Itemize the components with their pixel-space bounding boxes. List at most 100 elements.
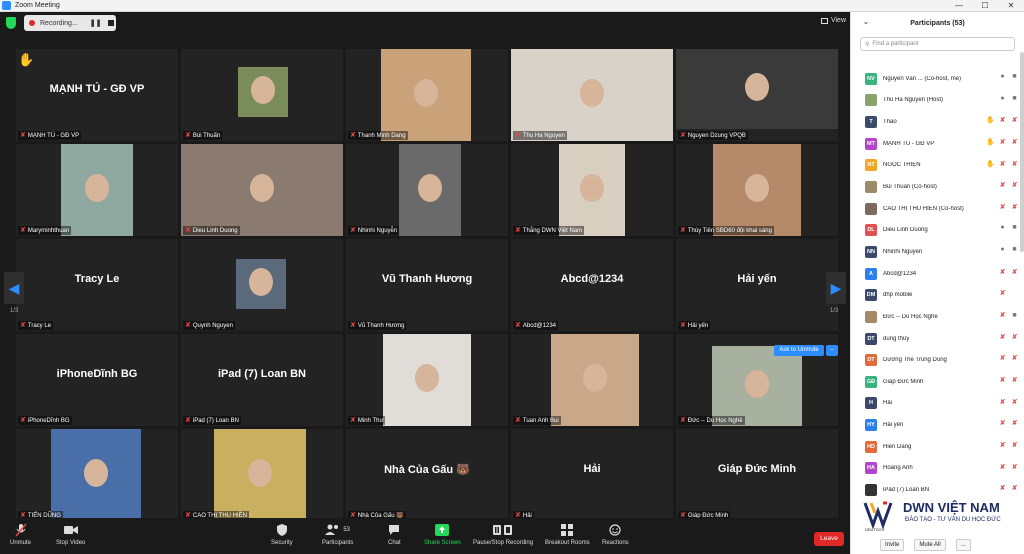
participant-row[interactable]: HD Hien Dang ✘ ✘ xyxy=(851,436,1019,458)
prev-page-button[interactable]: ◀ xyxy=(4,272,24,304)
panel-more-button[interactable]: ... xyxy=(955,538,971,551)
share-screen-button[interactable]: Share Screen xyxy=(424,522,461,546)
tile-name-label: ✘ Maryminhthuan xyxy=(18,226,72,235)
participant-name: Đức -- Du Học Nghề xyxy=(883,313,938,320)
mute-all-button[interactable]: Mute All xyxy=(914,538,946,551)
video-tile[interactable]: ✘ CAO THỊ THU HIỀN xyxy=(181,429,343,521)
participant-row[interactable]: DT dung thúy ✘ ✘ xyxy=(851,328,1019,350)
tile-name-text: Thanh Minh Dang xyxy=(357,132,406,139)
avatar: HD xyxy=(865,440,877,453)
avatar: NN xyxy=(865,245,877,258)
participant-row[interactable]: DL Dieu Linh Duong ● ■ xyxy=(851,219,1019,241)
participant-row[interactable]: NT NGỌC THIỆN ✋ ✘ ✘ xyxy=(851,155,1019,177)
tile-more-button[interactable]: ... xyxy=(826,345,838,356)
video-tile[interactable]: ✘ Thu Ha Nguyen xyxy=(511,49,673,141)
muted-mic-icon: ✘ xyxy=(350,227,356,234)
muted-mic-icon: ✘ xyxy=(515,417,521,424)
video-tile[interactable]: ✘ Tuan Anh Bui xyxy=(511,334,673,426)
participant-row[interactable]: NN Nhinhi Nguyễn ● ■ xyxy=(851,241,1019,263)
video-tile[interactable]: Hải yến ✘ Hải yến xyxy=(676,239,838,331)
unmute-button[interactable]: Unmute xyxy=(10,522,31,546)
participant-row[interactable]: NV Nguyễn Văn ... (Co-host, me) ● ■ xyxy=(851,68,1019,90)
video-tile[interactable]: iPad (7) Loan BN ✘ iPad (7) Loan BN xyxy=(181,334,343,426)
video-tile[interactable]: Tracy Le ✘ Tracy Le xyxy=(16,239,178,331)
participant-face xyxy=(251,76,275,104)
video-tile[interactable]: MẠNH TÚ - GĐ VP ✘ MẠNH TÚ - GĐ VP xyxy=(16,49,178,141)
collapse-chevron-icon[interactable]: ⌄ xyxy=(863,18,869,26)
participant-row[interactable]: HA Hoàng Anh ✘ ✘ xyxy=(851,458,1019,480)
stop-video-button[interactable]: Stop Video xyxy=(56,522,85,546)
camera-off-icon: ✘ xyxy=(1011,441,1018,449)
reactions-button[interactable]: Reactions xyxy=(602,522,629,546)
security-button[interactable]: Security xyxy=(271,522,293,546)
participant-video xyxy=(551,334,639,426)
participants-button[interactable]: 53 Participants xyxy=(322,522,353,546)
video-tile[interactable]: ✘ Quynh Nguyen xyxy=(181,239,343,331)
view-grid-icon xyxy=(820,17,828,24)
invite-button[interactable]: Invite xyxy=(880,538,905,551)
mic-muted-icon: ✘ xyxy=(999,485,1006,493)
chat-icon xyxy=(388,522,400,538)
panel-scrollbar[interactable] xyxy=(1020,52,1024,252)
video-tile[interactable]: Abcd@1234 ✘ Abcd@1234 xyxy=(511,239,673,331)
search-placeholder: Find a participant xyxy=(872,41,919,47)
close-button[interactable]: ✕ xyxy=(998,0,1024,12)
mic-muted-icon: ✘ xyxy=(999,376,1006,384)
video-tile[interactable]: ✘ Dieu Linh Duong xyxy=(181,144,343,236)
participant-row[interactable]: DM dhp mobile ✘ xyxy=(851,284,1019,306)
view-button[interactable]: View xyxy=(820,17,846,24)
participant-row[interactable]: A Abcd@1234 ✘ ✘ xyxy=(851,263,1019,285)
video-tile[interactable]: ✘ Thanh Minh Dang xyxy=(346,49,508,141)
avatar xyxy=(865,94,877,107)
next-page-button[interactable]: ▶ xyxy=(826,272,846,304)
participant-row[interactable]: MT MẠNH TÚ - GĐ VP ✋ ✘ ✘ xyxy=(851,133,1019,155)
tile-name-text: Bùi Thuấn xyxy=(192,132,221,139)
video-tile[interactable]: Vũ Thanh Hương ✘ Vũ Thanh Hương xyxy=(346,239,508,331)
participant-row[interactable]: Bùi Thuấn (Co-host) ✘ ✘ xyxy=(851,176,1019,198)
participant-row[interactable]: CAO THỊ THU HIỀN (Co-host) ✘ ✘ xyxy=(851,198,1019,220)
participant-face xyxy=(85,174,109,202)
video-tile[interactable]: Hải ✘ Hải xyxy=(511,429,673,521)
participant-face xyxy=(745,73,769,101)
participant-row[interactable]: Đức -- Du Học Nghề ✘ ■ xyxy=(851,306,1019,328)
participant-row[interactable]: Thu Ha Nguyen (Host) ● ■ xyxy=(851,90,1019,112)
video-tile[interactable]: Nhà Của Gấu 🐻 ✘ Nhà Của Gấu 🐻 xyxy=(346,429,508,521)
participant-name: Nguyễn Văn ... (Co-host, me) xyxy=(883,75,962,82)
brand-small: DEUTSCH xyxy=(865,527,885,532)
participant-row[interactable]: GĐ Giáp Đức Minh ✘ ✘ xyxy=(851,371,1019,393)
video-tile[interactable]: iPhoneDĩnh BG ✘ iPhoneDĩnh BG xyxy=(16,334,178,426)
video-tile[interactable]: ✘ Bùi Thuấn xyxy=(181,49,343,141)
breakout-rooms-button[interactable]: Breakout Rooms xyxy=(545,522,590,546)
participant-video xyxy=(383,334,471,426)
camera-off-icon: ✘ xyxy=(1011,398,1018,406)
pause-recording-icon[interactable]: ❚❚ xyxy=(90,19,102,27)
minimize-button[interactable]: — xyxy=(946,0,972,12)
mic-icon: ● xyxy=(1000,94,1005,102)
video-tile[interactable]: ✘ Nguyen Dzung VPQB xyxy=(676,49,838,141)
participant-row[interactable]: HY Hải yến ✘ ✘ xyxy=(851,414,1019,436)
participant-search-input[interactable]: ⚲ Find a participant xyxy=(860,37,1015,51)
video-tile[interactable]: ✘ Nhinhi Nguyễn xyxy=(346,144,508,236)
participant-row[interactable]: DT Dương Thế Trung Dũng ✘ ✘ xyxy=(851,349,1019,371)
participant-name: Hien Dang xyxy=(883,443,912,450)
ask-to-unmute-button[interactable]: Ask to Unmute xyxy=(774,345,824,356)
participant-video xyxy=(712,346,802,426)
video-tile[interactable]: ✘ TIẾN DŨNG xyxy=(16,429,178,521)
chat-button[interactable]: Chat xyxy=(388,522,401,546)
maximize-button[interactable]: ☐ xyxy=(972,0,998,12)
security-shield-icon[interactable] xyxy=(6,17,16,29)
participant-row[interactable]: H Hải ✘ ✘ xyxy=(851,393,1019,415)
video-tile[interactable]: ✘ Thùy Tiên SBD60 đội khai sáng xyxy=(676,144,838,236)
participant-row[interactable]: T Thao ✋ ✘ ✘ xyxy=(851,111,1019,133)
tile-display-name: iPad (7) Loan BN xyxy=(217,368,306,380)
muted-mic-icon: ✘ xyxy=(515,322,521,329)
mic-icon: ● xyxy=(1000,224,1005,232)
video-tile[interactable]: ✘ Maryminhthuan xyxy=(16,144,178,236)
video-tile[interactable]: Giáp Đức Minh ✘ Giáp Đức Minh xyxy=(676,429,838,521)
pause-stop-recording-button[interactable]: Pause/Stop Recording xyxy=(473,522,533,546)
video-tile[interactable]: ✘ Minh Thư xyxy=(346,334,508,426)
video-tile[interactable]: ✘ Thắng DWN Việt Nam xyxy=(511,144,673,236)
participant-name: Giáp Đức Minh xyxy=(883,378,924,385)
stop-recording-icon[interactable] xyxy=(108,20,115,26)
leave-button[interactable]: Leave xyxy=(814,532,844,546)
